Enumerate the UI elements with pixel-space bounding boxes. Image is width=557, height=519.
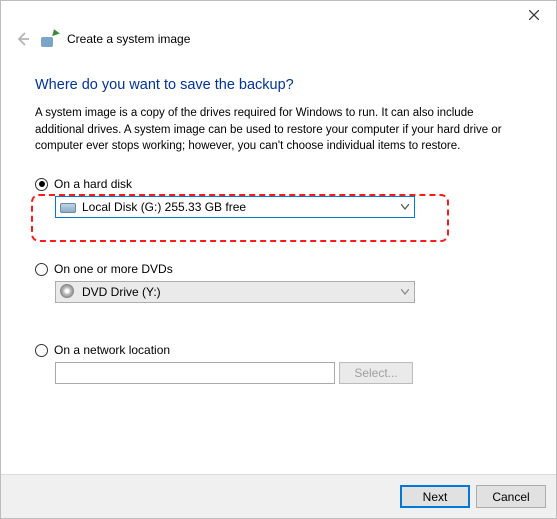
option-network: On a network location Select... — [35, 343, 522, 384]
wizard-window: Create a system image Where do you want … — [0, 0, 557, 519]
titlebar — [1, 1, 556, 31]
page-description: A system image is a copy of the drives r… — [35, 105, 522, 155]
chevron-down-icon — [396, 282, 414, 302]
radio-network[interactable] — [35, 344, 48, 357]
radio-network-label: On a network location — [54, 343, 170, 357]
option-hard-disk: On a hard disk Local Disk (G:) 255.33 GB… — [35, 177, 522, 218]
radio-hard-disk-row[interactable]: On a hard disk — [35, 177, 522, 191]
radio-dvds-label: On one or more DVDs — [54, 262, 173, 276]
close-button[interactable] — [511, 1, 556, 29]
network-select-button: Select... — [339, 362, 413, 384]
radio-dvds-row[interactable]: On one or more DVDs — [35, 262, 522, 276]
dvd-drive-icon — [60, 286, 76, 298]
radio-hard-disk-label: On a hard disk — [54, 177, 132, 191]
dvd-selected-text: DVD Drive (Y:) — [82, 285, 396, 299]
radio-hard-disk[interactable] — [35, 178, 48, 191]
header-row: Create a system image — [1, 31, 556, 53]
hard-disk-icon — [60, 201, 76, 213]
network-path-row: Select... — [55, 362, 522, 384]
chevron-down-icon — [396, 197, 414, 217]
content-area: Where do you want to save the backup? A … — [1, 53, 556, 474]
back-arrow-icon — [15, 31, 31, 47]
dvd-select[interactable]: DVD Drive (Y:) — [55, 281, 415, 303]
window-title: Create a system image — [67, 32, 190, 46]
close-icon — [529, 10, 539, 20]
hard-disk-selected-text: Local Disk (G:) 255.33 GB free — [82, 200, 396, 214]
next-button[interactable]: Next — [400, 485, 470, 508]
option-dvds: On one or more DVDs DVD Drive (Y:) — [35, 262, 522, 303]
radio-network-row[interactable]: On a network location — [35, 343, 522, 357]
page-heading: Where do you want to save the backup? — [35, 77, 522, 93]
system-image-icon — [41, 31, 57, 47]
network-path-input[interactable] — [55, 362, 335, 384]
back-button[interactable] — [15, 31, 31, 47]
footer: Next Cancel — [1, 474, 556, 518]
hard-disk-select[interactable]: Local Disk (G:) 255.33 GB free — [55, 196, 415, 218]
radio-dvds[interactable] — [35, 263, 48, 276]
cancel-button[interactable]: Cancel — [476, 485, 546, 508]
